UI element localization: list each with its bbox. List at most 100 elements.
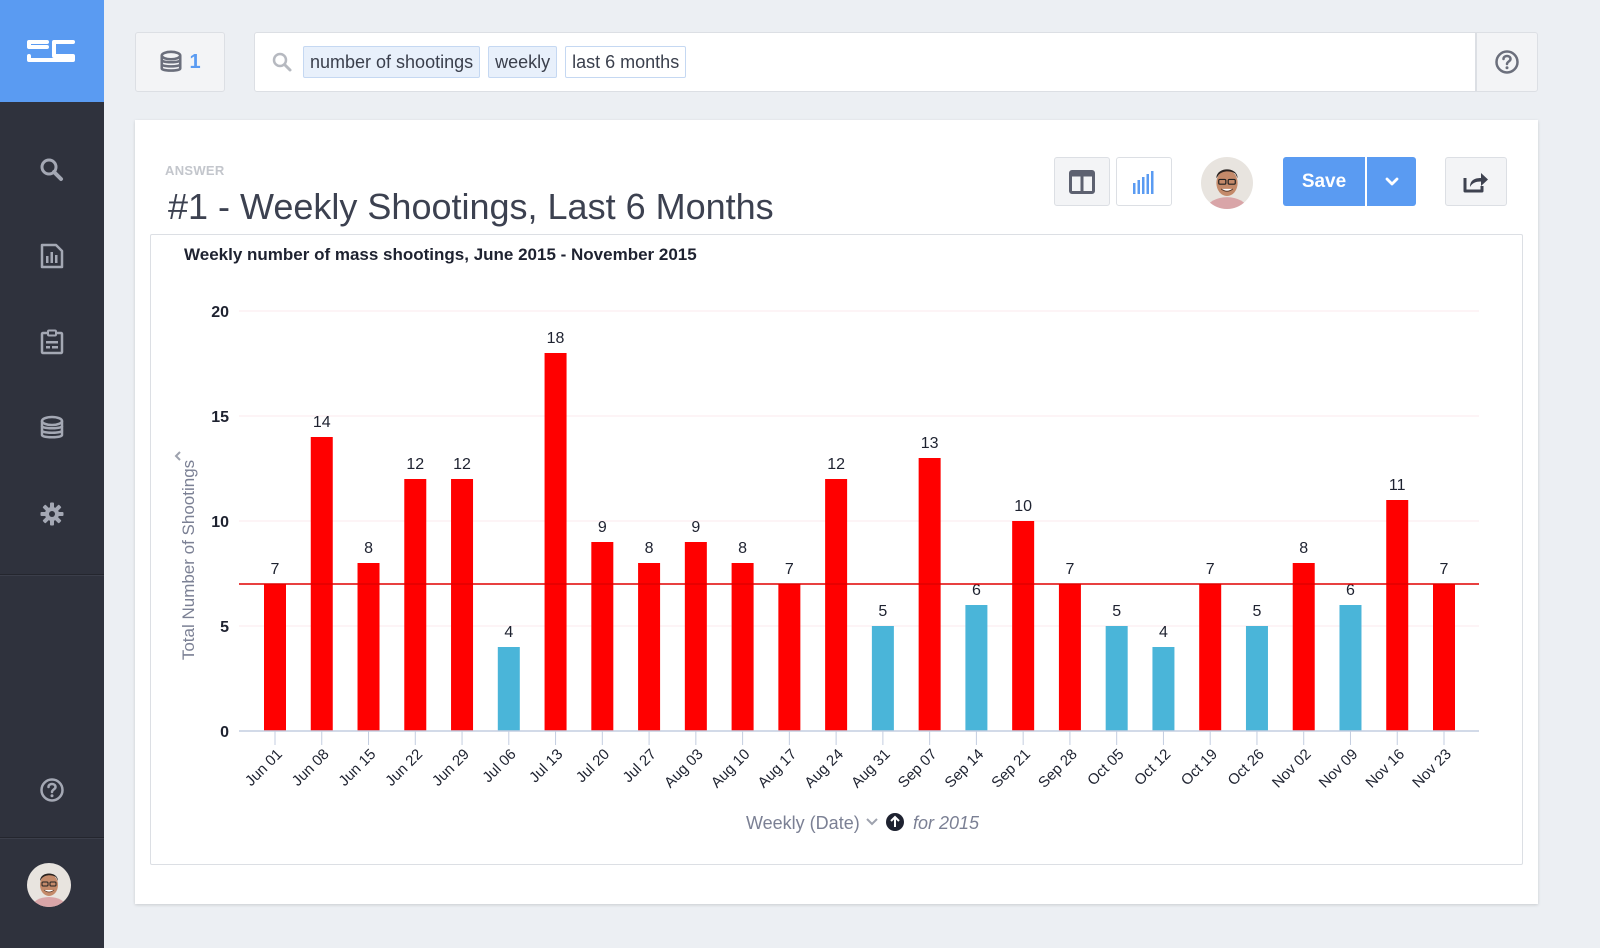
- x-tick-label: Jun 29: [429, 746, 473, 790]
- search-token[interactable]: number of shootings: [303, 46, 481, 78]
- bar[interactable]: [404, 479, 427, 731]
- x-axis-label[interactable]: Weekly (Date): [746, 813, 860, 833]
- y-tick-label: 0: [220, 724, 229, 741]
- author-avatar[interactable]: [1201, 157, 1253, 209]
- data-label: 9: [691, 519, 700, 536]
- chevron-down-icon[interactable]: [866, 818, 878, 826]
- x-tick-label: Sep 14: [942, 746, 988, 792]
- bar[interactable]: [1292, 563, 1315, 731]
- bars: [264, 353, 1455, 731]
- bar[interactable]: [451, 479, 474, 731]
- search-token[interactable]: last 6 months: [565, 46, 687, 78]
- search-token[interactable]: weekly: [488, 46, 558, 78]
- bar[interactable]: [1339, 605, 1362, 731]
- data-label: 7: [271, 561, 280, 578]
- x-tick-label: Nov 02: [1269, 746, 1315, 792]
- bar[interactable]: [357, 563, 380, 731]
- save-options-button[interactable]: [1366, 157, 1416, 206]
- search-icon: [40, 158, 63, 181]
- sidebar-divider: [0, 837, 104, 839]
- bar[interactable]: [825, 479, 848, 731]
- bar[interactable]: [871, 626, 894, 731]
- help-icon: [40, 778, 64, 802]
- x-tick-label: Jun 15: [335, 746, 379, 790]
- bar[interactable]: [778, 584, 801, 731]
- bar[interactable]: [1152, 647, 1175, 731]
- data-label: 12: [827, 456, 845, 473]
- data-label: 11: [1389, 477, 1406, 494]
- x-axis-filter-label[interactable]: for 2015: [913, 813, 980, 833]
- share-icon: [1463, 172, 1488, 192]
- bar[interactable]: [1433, 584, 1455, 731]
- x-tick-label: Jul 27: [620, 746, 660, 786]
- sidebar-item-data[interactable]: [0, 408, 104, 448]
- data-label: 8: [738, 540, 747, 557]
- data-label: 10: [1014, 498, 1032, 515]
- data-label: 12: [406, 456, 424, 473]
- sidebar-item-admin[interactable]: [0, 494, 104, 534]
- bar[interactable]: [684, 542, 707, 731]
- bar[interactable]: [1386, 500, 1409, 731]
- data-label: 5: [1253, 603, 1262, 620]
- sidebar-item-answers[interactable]: [0, 236, 104, 276]
- y-tick-label: 15: [211, 409, 229, 426]
- search-icon: [271, 51, 303, 73]
- x-tick-label: Jul 13: [526, 746, 566, 786]
- user-avatar[interactable]: [27, 863, 71, 907]
- bar[interactable]: [544, 353, 567, 731]
- y-axis-ticks: 0 5 10 15 20: [211, 304, 229, 741]
- bar[interactable]: [965, 605, 988, 731]
- x-tick-label: Nov 09: [1316, 746, 1362, 792]
- data-label: 5: [1112, 603, 1121, 620]
- bar[interactable]: [1105, 626, 1128, 731]
- x-tick-label: Jul 20: [573, 746, 613, 786]
- x-tick-label: Sep 07: [895, 746, 941, 792]
- bar[interactable]: [918, 458, 941, 731]
- search-bar[interactable]: number of shootings weekly last 6 months: [254, 32, 1476, 92]
- x-tick-label: Oct 26: [1225, 746, 1268, 789]
- save-button[interactable]: Save: [1283, 157, 1365, 206]
- app-logo[interactable]: [0, 0, 104, 102]
- x-tick-label: Aug 03: [661, 746, 707, 792]
- x-tick-label: Sep 28: [1035, 746, 1081, 792]
- x-tick-label: Aug 31: [848, 746, 894, 792]
- bar[interactable]: [1199, 584, 1222, 731]
- avatar-image: [1201, 157, 1253, 209]
- database-icon: [160, 50, 182, 72]
- data-labels: 714812 1241898987125136107547586117: [271, 330, 1449, 641]
- bar[interactable]: [638, 563, 661, 731]
- data-sources-count: 1: [189, 50, 201, 73]
- bar[interactable]: [591, 542, 614, 731]
- sidebar-item-pinboards[interactable]: [0, 322, 104, 362]
- bar[interactable]: [1012, 521, 1035, 731]
- data-label: 4: [1159, 624, 1168, 641]
- report-chart-icon: [40, 243, 64, 269]
- table-view-button[interactable]: [1054, 157, 1110, 206]
- chart-title: Weekly number of mass shootings, June 20…: [184, 245, 697, 264]
- sidebar-item-help[interactable]: [0, 770, 104, 810]
- bar[interactable]: [264, 584, 286, 731]
- bar[interactable]: [731, 563, 754, 731]
- x-tick-label: Nov 23: [1409, 746, 1455, 792]
- bar[interactable]: [1058, 584, 1081, 731]
- chevron-right-icon[interactable]: [174, 451, 181, 461]
- share-button[interactable]: [1445, 157, 1507, 206]
- bar[interactable]: [1245, 626, 1268, 731]
- x-axis-title[interactable]: Weekly (Date) for 2015: [746, 813, 980, 833]
- data-label: 4: [504, 624, 513, 641]
- chart-view-button[interactable]: [1116, 157, 1172, 206]
- bar[interactable]: [497, 647, 520, 731]
- answer-title[interactable]: #1 - Weekly Shootings, Last 6 Months: [168, 186, 774, 228]
- x-tick-label: Oct 19: [1178, 746, 1221, 789]
- y-axis-label[interactable]: Total Number of Shootings: [179, 460, 198, 660]
- help-button[interactable]: [1476, 32, 1538, 92]
- y-tick-label: 20: [211, 304, 229, 321]
- bar-chart: Weekly number of mass shootings, June 20…: [174, 245, 1479, 833]
- x-tick-label: Jun 22: [382, 746, 426, 790]
- data-label: 7: [1440, 561, 1449, 578]
- y-tick-label: 10: [211, 514, 229, 531]
- sidebar-item-search[interactable]: [0, 150, 104, 190]
- data-sources-button[interactable]: 1: [135, 32, 225, 92]
- chevron-down-icon: [1385, 177, 1398, 185]
- y-axis-title[interactable]: Total Number of Shootings: [174, 451, 198, 660]
